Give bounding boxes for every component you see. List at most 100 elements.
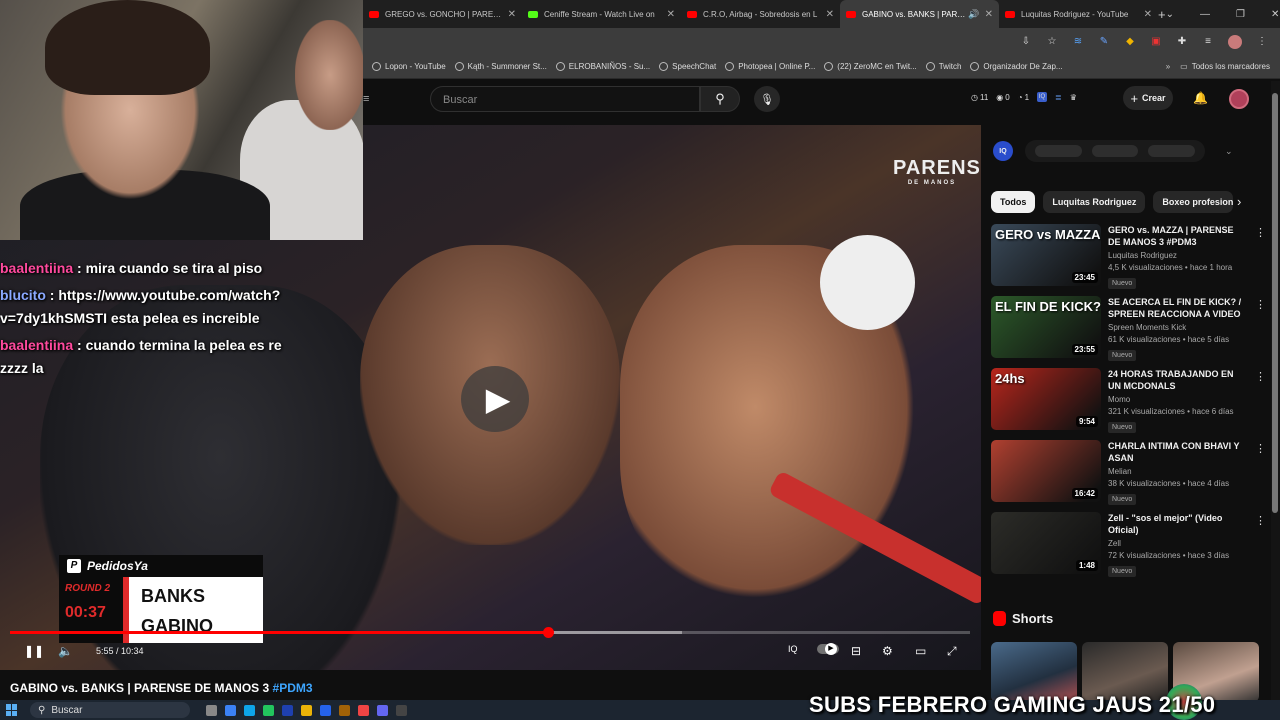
hamburger-menu-icon[interactable]: ≡ <box>363 93 369 105</box>
video-thumbnail[interactable]: 24hs 9:54 <box>991 368 1101 430</box>
close-tab-icon[interactable]: ✕ <box>985 9 993 20</box>
fullscreen-button[interactable]: ⤢ <box>947 644 957 659</box>
video-thumbnail[interactable]: GERO vs MAZZA 23:45 <box>991 224 1101 286</box>
notifications-bell-icon[interactable]: 🔔 <box>1193 91 1208 105</box>
recommended-video[interactable]: 16:42 CHARLA INTIMA CON BHAVI Y ASAN Melia… <box>991 440 1271 508</box>
trophy-icon[interactable]: ♛ <box>1070 93 1077 102</box>
stat-eye[interactable]: ◉ 0 <box>996 93 1009 102</box>
iq-logo-icon[interactable]: IQ <box>993 141 1013 161</box>
volume-button[interactable]: 🔈 <box>58 644 73 658</box>
autoplay-toggle[interactable]: ▶ <box>817 643 839 655</box>
file-explorer-icon[interactable] <box>301 704 312 716</box>
iq-pill[interactable] <box>1035 145 1082 157</box>
center-play-button[interactable]: ▶ <box>461 366 529 432</box>
video-card-title[interactable]: GERO vs. MAZZA | PARENSE DE MANOS 3 #PDM… <box>1108 224 1248 248</box>
search-input[interactable]: Buscar <box>430 86 700 112</box>
more-options-icon[interactable]: ⋮ <box>1255 442 1266 455</box>
iq-pill[interactable] <box>1148 145 1196 157</box>
close-tab-icon[interactable]: ✕ <box>667 9 675 20</box>
close-tab-icon[interactable]: ✕ <box>1144 9 1152 20</box>
video-card-title[interactable]: Zell - "sos el mejor" (Video Oficial) <box>1108 512 1248 536</box>
more-options-icon[interactable]: ⋮ <box>1255 298 1266 311</box>
browser-tab[interactable]: Luquitas Rodriguez - YouTube ✕ <box>999 0 1158 28</box>
xbox-icon[interactable] <box>263 704 274 716</box>
browser-tab[interactable]: GABINO vs. BANKS | PAREN 🔊 ✕ <box>840 0 999 28</box>
bookmark-item[interactable]: Kąth - Summoner St... <box>454 62 547 71</box>
bookmark-item[interactable]: (22) ZeroMC en Twit... <box>824 62 917 71</box>
bookmark-item[interactable]: Lopon - YouTube <box>372 62 446 71</box>
pause-button[interactable]: ❚❚ <box>24 644 44 658</box>
iq-player-button[interactable]: IQ <box>788 644 798 654</box>
iq-extension-icon[interactable]: IQ <box>1037 92 1048 102</box>
extension-color-icon[interactable]: ◆ <box>1124 36 1136 48</box>
close-tab-icon[interactable]: ✕ <box>826 9 834 20</box>
tab-search-icon[interactable]: ≡ <box>1202 36 1214 48</box>
theater-mode-button[interactable]: ▭ <box>915 644 926 658</box>
video-channel[interactable]: Momo <box>1108 395 1248 404</box>
task-view-icon[interactable] <box>206 704 217 716</box>
iq-pill[interactable] <box>1091 145 1139 157</box>
close-tab-icon[interactable]: ✕ <box>508 9 516 20</box>
chrome-icon[interactable] <box>358 704 369 716</box>
profile-avatar[interactable] <box>1228 34 1242 49</box>
browser-icon[interactable] <box>244 704 255 716</box>
browser-tab[interactable]: GREGO vs. GONCHO | PARENSE ✕ <box>363 0 522 28</box>
new-tab-button[interactable]: + <box>1158 7 1166 22</box>
video-channel[interactable]: Luquitas Rodriguez <box>1108 251 1248 260</box>
browser-tab[interactable]: C.R.O, Airbag - Sobredosis en L ✕ <box>681 0 840 28</box>
filter-chip[interactable]: Luquitas Rodriguez <box>1043 191 1146 213</box>
video-channel[interactable]: Melian <box>1108 467 1248 476</box>
windows-start-icon[interactable] <box>6 704 18 716</box>
video-hashtag[interactable]: #PDM3 <box>273 681 313 695</box>
restore-icon[interactable]: ❐ <box>1236 9 1245 20</box>
bookmark-item[interactable]: Twitch <box>925 62 961 71</box>
all-bookmarks-button[interactable]: ▭ Todos los marcadores <box>1180 62 1270 71</box>
settings-button[interactable]: ⚙ <box>882 644 893 658</box>
video-card-title[interactable]: SE ACERCA EL FIN DE KICK? / SPREEN REACC… <box>1108 296 1248 320</box>
browser-menu-icon[interactable]: ⋮ <box>1256 36 1268 48</box>
filter-chip[interactable]: Todos <box>991 191 1036 213</box>
bookmarks-overflow-button[interactable]: » <box>1166 62 1170 71</box>
discord-icon[interactable] <box>377 704 388 716</box>
video-card-title[interactable]: CHARLA INTIMA CON BHAVI Y ASAN <box>1108 440 1248 464</box>
voice-search-button[interactable]: 🎙 <box>754 86 780 112</box>
extension-red-icon[interactable]: ▣ <box>1150 36 1162 48</box>
progress-scrubber[interactable] <box>542 627 554 638</box>
more-options-icon[interactable]: ⋮ <box>1255 226 1266 239</box>
recommended-video[interactable]: GERO vs MAZZA 23:45 GERO vs. MAZZA | PAREN… <box>991 224 1271 292</box>
stat-clock[interactable]: ◷ 11 <box>971 93 988 102</box>
bookmark-item[interactable]: Photopea | Online P... <box>725 62 815 71</box>
app-icon[interactable] <box>282 704 293 716</box>
progress-bar[interactable] <box>10 627 970 638</box>
taskbar-search[interactable]: ⚲ Buscar <box>30 702 190 718</box>
video-thumbnail[interactable]: EL FIN DE KICK? 23:55 <box>991 296 1101 358</box>
user-avatar[interactable] <box>1229 89 1249 109</box>
chevron-down-icon[interactable]: ⌄ <box>1225 146 1233 157</box>
subtitles-button[interactable]: ⊟ <box>851 644 861 658</box>
list-icon[interactable]: ≣ <box>1055 93 1062 102</box>
video-card-title[interactable]: 24 HORAS TRABAJANDO EN UN MCDONALS <box>1108 368 1248 392</box>
extension-wave-icon[interactable]: ≋ <box>1072 36 1084 48</box>
scrollbar-thumb[interactable] <box>1272 93 1278 513</box>
speaker-icon[interactable]: 🔊 <box>968 9 979 20</box>
bookmark-item[interactable]: ELROBANIÑOS - Su... <box>555 62 650 71</box>
video-thumbnail[interactable]: 1:48 <box>991 512 1101 574</box>
video-channel[interactable]: Zell <box>1108 539 1248 548</box>
recommended-video[interactable]: EL FIN DE KICK? 23:55 SE ACERCA EL FIN DE … <box>991 296 1271 364</box>
filter-chip[interactable]: Boxeo profesional <box>1153 191 1234 213</box>
extensions-puzzle-icon[interactable]: ✚ <box>1176 36 1188 48</box>
close-window-icon[interactable]: ✕ <box>1271 9 1279 20</box>
video-thumbnail[interactable]: 16:42 <box>991 440 1101 502</box>
create-button[interactable]: + Crear <box>1123 86 1173 110</box>
video-channel[interactable]: Spreen Moments Kick <box>1108 323 1248 332</box>
install-app-icon[interactable]: ⇩ <box>1020 36 1032 48</box>
store-icon[interactable] <box>320 704 331 716</box>
minimize-icon[interactable]: — <box>1200 9 1210 20</box>
recommended-video[interactable]: 24hs 9:54 24 HORAS TRABAJANDO EN UN MCDONA… <box>991 368 1271 436</box>
app-icon[interactable] <box>339 704 350 716</box>
chevron-down-icon[interactable]: ⌄ <box>1166 9 1174 20</box>
obs-icon[interactable] <box>396 704 407 716</box>
bookmark-star-icon[interactable]: ☆ <box>1046 36 1058 48</box>
more-options-icon[interactable]: ⋮ <box>1255 514 1266 527</box>
page-scrollbar[interactable] <box>1271 81 1280 704</box>
